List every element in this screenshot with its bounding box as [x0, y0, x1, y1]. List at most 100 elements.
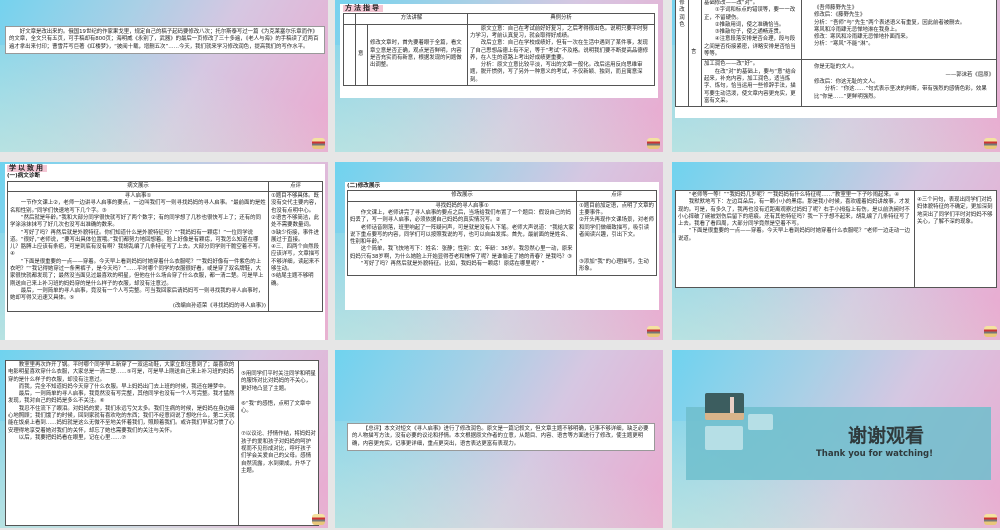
method-text: 修改文章时，首先要着眼于全篇，看文章立意是否正确，观点是否鲜明，内容是否充实而有… — [367, 23, 468, 87]
slide-9[interactable]: 谢谢观看 Thank you for watching! — [672, 350, 1000, 528]
col-header-example: 典例分析 — [467, 13, 655, 25]
method-table: 方法讲解 典例分析 意 修改文章时，首先要着眼于全篇，看文章立意是否正确，观点是否… — [343, 13, 655, 87]
revision-paragraph: “写好了吗？再然后就是外貌特征。比如，我妈妈有一颗痣！原痣在哪里呢？” — [360, 261, 545, 268]
comment-cell: ①题目不够具体。既没有交代主要内容，也没有点明中心。 ②语言不够简洁，此处不需要… — [268, 191, 323, 312]
slide-6[interactable]: “老师等一等！”“我妈妈几岁呢？”“我妈妈有什么特征呢……”教室里一下子吵闹起来… — [672, 162, 1000, 340]
revision-end-table: 教室里再次炸开了锅。平时哪个同学早上新穿了一双运动鞋，大家立即注意到了；最喜欢的… — [5, 360, 319, 526]
essay-paragraph: “然后就是年龄。”我和大部分同学很快就写好了两个数字；有的同学想了几秒也很快写上… — [10, 215, 261, 229]
method-polish: 加工润色——改“好”。 在改“对”的基础上，要与“意”结合起来，补充内容，加工润… — [701, 59, 802, 108]
row-label: 意 — [355, 23, 368, 87]
example-line: 分析：“寒风”不能“淋”。 — [814, 41, 874, 48]
revision-cont-table: “老师等一等！”“我妈妈几岁呢？”“我妈妈有什么特征呢……”教室里一下子吵闹起来… — [675, 190, 997, 288]
slide-7[interactable]: 教室里再次炸开了锅。平时哪个同学早上新穿了一双运动鞋，大家立即注意到了；最喜欢的… — [0, 350, 328, 528]
comment-cell: ①题目前加定语，点明了文章的主要事件。 ②开头再现作文课场景，对老师和同学们做细… — [576, 200, 657, 276]
diagnosis-table: 病文展示 点评 寻人启事① 一节作文课上②，老师一边讲寻人启事的要点，一边叫我们写… — [7, 180, 323, 312]
summary-box: 【总评】本文对短文《寻人启事》进行了修改润色。原文是一篇记叙文，但文章主题不够明… — [347, 423, 655, 452]
mascot-icon — [984, 138, 997, 149]
mascot-icon — [984, 326, 997, 337]
example-line: 改后立意：自己在学校成绩好，但有一次在生活中遇到了某件事，发现了自己思想品德上有… — [470, 40, 649, 61]
method-line: ①字词和标点的错误等，要一一改正，不留硬伤。 — [704, 7, 796, 21]
method-line: ④注意段落安排是否合理，段与段之间是否衔接紧密，详略安排是否恰当等等。 — [704, 36, 796, 58]
slide-3[interactable]: 修改润色 言 基础修改——改“对”。 ①字词和标点的错误等，要一一改正，不留硬伤… — [672, 0, 1000, 152]
comment: ③缺少衔接，事件进展过于直接。 — [271, 229, 319, 243]
slide-4[interactable]: 学以致用 (一)病文诊断 病文展示 点评 寻人启事① 一节作文课上②，老师一边讲寻… — [0, 162, 328, 340]
example-cell: 原文立意：自己在考试前好好复习，之后考得很出色。说明只要平时努力学习，考前认真复… — [467, 23, 655, 87]
example-source: ——郭沫若《屈原》 — [945, 71, 994, 78]
essay-paragraph: “写好了吗？再然后就是外貌特征。你们知道什么是外貌特征吗？”“我妈妈有一颗痣！”… — [10, 229, 264, 258]
method-line: 加工润色——改“好”。 — [704, 61, 759, 68]
revision-paragraph: 我忍不住流下了眼泪。对妈妈的爱，我们永远亏欠太多。我们生病的时候，是妈妈在身边细… — [8, 405, 235, 434]
intro-text: 好文章是改出来的。俄国19世纪的作家果戈里，规定自己的稿子起码要修改八次；托尔斯… — [9, 29, 319, 50]
language-box: 修改润色 言 基础修改——改“对”。 ①字词和标点的错误等，要一一改正，不留硬伤… — [675, 0, 997, 118]
mascot-icon — [984, 514, 997, 525]
comment: ⑥“我”的感悟，点明了文章中心。 — [241, 400, 311, 415]
thanks-title: 谢谢观看 — [847, 425, 924, 447]
revision-paragraph: 教室里再次炸开了锅。平时哪个同学早上新穿了一双运动鞋，大家立即注意到了；最喜欢的… — [8, 362, 235, 383]
col-header-revision: 修改展示 — [347, 190, 577, 202]
chalk-icon — [730, 397, 734, 413]
method-basic: 基础修改——改“对”。 ①字词和标点的错误等，要一一改正，不留硬伤。 ②推敲用词… — [701, 0, 802, 61]
revision-box: (二)修改展示 修改展示 点评 寻找妈妈的寻人启事① 作文课上，老师讲完了寻人启事… — [345, 182, 659, 310]
summary-text: 【总评】本文对短文《寻人启事》进行了修改润色。原文是一篇记叙文，但文章主题不够明… — [352, 426, 649, 447]
revision-paragraph: 这个简单，我飞快地写下：姓名：张静；性别：女；年龄：38岁。我忽然心里一动，原来… — [350, 246, 573, 260]
comment-cell: ⑤用同学们平时关注同学和明星的服饰对比对妈妈的不关心，更好地凸显了主题。 ⑥“我… — [238, 360, 319, 526]
essay-paragraph: “下面是很重要的一点——穿着。今天早上看到妈妈时她穿着什么衣服呢？”“我妈好像有… — [10, 258, 264, 287]
essay-source: (改编自孙道荣《寻找妈妈的寻人启事》) — [172, 302, 266, 309]
comment: ①题目不够具体。既没有交代主要内容，也没有点明中心。 — [271, 193, 320, 214]
example-line: 你是无耻的文人。 — [814, 64, 858, 71]
mascot-icon — [647, 138, 660, 149]
decor-square — [748, 414, 773, 430]
comment: ⑦以议论、抒情作结，将妈妈对孩子的爱和孩子对妈妈的呵护视而不见形成对比，呼吁孩子… — [241, 431, 316, 474]
slide-8[interactable]: 【总评】本文对短文《寻人启事》进行了修改润色。原文是一篇记叙文，但文章主题不够明… — [335, 350, 663, 528]
example-line: 修改后：《藤野先生》 — [814, 12, 866, 19]
thanks-banner: 谢谢观看 Thank you for watching! — [686, 393, 991, 480]
slide-5[interactable]: (二)修改展示 修改展示 点评 寻找妈妈的寻人启事① 作文课上，老师讲完了寻人启事… — [335, 162, 663, 340]
section-heading: 方法指导 — [343, 4, 383, 13]
revision-end-box: 教室里再次炸开了锅。平时哪个同学早上新穿了一双运动鞋，大家立即注意到了；最喜欢的… — [5, 360, 319, 526]
subsection-title: (一)病文诊断 — [7, 173, 41, 180]
comment: ⑤用同学们平时关注同学和明星的服饰对比对妈妈的不关心，更好地凸显了主题。 — [241, 371, 316, 392]
subsection-title: (二)修改展示 — [347, 183, 381, 189]
revision-paragraph: 以后，我要把妈妈看在眼里，记在心里……⑦ — [18, 434, 127, 441]
col-header-essay: 病文展示 — [7, 180, 269, 193]
col-header-method: 方法讲解 — [355, 13, 468, 25]
example-line: 原文立意：自己在考试前好好复习，之后考得很出色。说明只要平时努力学习，考前认真复… — [470, 25, 648, 39]
revision-cell: 教室里再次炸开了锅。平时哪个同学早上新穿了一双运动鞋，大家立即注意到了；最喜欢的… — [5, 360, 239, 526]
language-table: 修改润色 言 基础修改——改“对”。 ①字词和标点的错误等，要一一改正，不留硬伤… — [675, 0, 997, 108]
revision-table: 修改展示 点评 寻找妈妈的寻人启事① 作文课上，老师讲完了寻人启事的要点之后，当场… — [347, 190, 657, 276]
mascot-icon — [312, 138, 325, 149]
essay-cell: 寻人启事① 一节作文课上②，老师一边讲寻人启事的要点，一边叫我们写一则寻找妈妈的… — [7, 191, 269, 312]
section-heading: 学以致用 — [7, 164, 47, 173]
example-line: 分析：原文立意比较平淡，写出的文章一般化。改后运用反向思维审题，脱开惯例，写了另… — [470, 62, 643, 83]
comment: ②开头再现作文课场景，对老师和同学们做细致描写，吸引读者阅读兴趣，引出下文。 — [579, 217, 654, 238]
example-line: 分析：“吾师”与“先生”两个表述语义有重复，因此前者被删去。 — [814, 19, 966, 26]
slide-1[interactable]: 好文章是改出来的。俄国19世纪的作家果戈里，规定自己的稿子起码要修改八次；托尔斯… — [0, 0, 328, 152]
revision-cell: “老师等一等！”“我妈妈几岁呢？”“我妈妈有什么特征呢……”教室里一下子吵闹起来… — [675, 190, 915, 288]
method-line: 在改“对”的基础上，要与“意”结合起来，补充内容，加工润色，适当炼字、炼句，恰当… — [704, 68, 797, 104]
mascot-icon — [312, 514, 325, 525]
comment: ②语言不够简洁，此处不需要数量词。 — [271, 215, 319, 229]
comment: ⑤结尾主题不够明确。 — [271, 273, 314, 287]
essay-paragraph: 一节作文课上②，老师一边讲寻人启事的要点，一边叫我们写一则寻找妈妈的寻人启事。“… — [10, 200, 266, 214]
revision-cell: 寻找妈妈的寻人启事① 作文课上，老师讲完了寻人启事的要点之后，当场给我们布置了一… — [347, 200, 577, 276]
comment: ④三、四两个自然段应该详写，文章描写不够详细，读起来不够生动。 — [271, 244, 320, 273]
thanks-subtitle: Thank you for watching! — [816, 449, 933, 459]
decor-square — [705, 426, 743, 450]
revision-paragraph: 最后，一则简单的寻人启事，我竟然没有写完整，其他同学也没有一个人写完整。我才猛然… — [8, 391, 235, 405]
slide-2[interactable]: 方法指导 方法讲解 典例分析 意 修改文章时，首先要着眼于全篇，看文章立意是否正确… — [335, 0, 663, 152]
comment: ④三个问句，表现出同学们对妈妈体貌特征的不确定，更加深刻地突出了同学们平时对妈妈… — [914, 190, 997, 288]
col-header-comment: 点评 — [268, 180, 323, 193]
comment: ③添加“我”的心理描写，生动形象。 — [579, 259, 649, 273]
example-basic: 《吾师藤野先生》 修改后：《藤野先生》 分析：“吾师”与“先生”两个表述语义有重… — [801, 0, 997, 61]
revision-title: 寻找妈妈的寻人启事① — [435, 202, 489, 209]
revision-paragraph: “下面是很重要的一点——穿着。今天早上看到妈妈时她穿着什么衣服呢？”老师一边走动… — [678, 228, 911, 242]
revision-paragraph: 作文课上，老师讲完了寻人启事的要点之后，当场给我们布置了一个题目：假设自己的妈妈… — [350, 210, 572, 224]
revision-paragraph: 老师话音刚落，班里响起了一阵疑问声，可是就是没有人下笔。老师大声说道：“我给大家… — [350, 224, 574, 246]
revision-paragraph: 我默默地写下：左边耳朵后，有一颗小小的黑痣。那是我小时候，喜欢缠着妈妈讲故事，才… — [678, 199, 910, 228]
comment: ①题目前加定语，点明了文章的主要事件。 — [579, 202, 654, 216]
example-line: 分析：“你这……”句式表示坚决的判断，带有强烈的感情色彩，效果比“你是……”更鲜… — [814, 86, 987, 100]
essay-paragraph: 最后，一则简单的寻人启事，竟没有一个人写完整。可当我回家后请妈妈写一则寻找我的寻… — [10, 287, 264, 302]
mascot-icon — [647, 326, 660, 337]
classroom-image — [705, 393, 744, 420]
intro-box: 好文章是改出来的。俄国19世纪的作家果戈里，规定自己的稿子起码要修改八次；托尔斯… — [5, 26, 325, 55]
